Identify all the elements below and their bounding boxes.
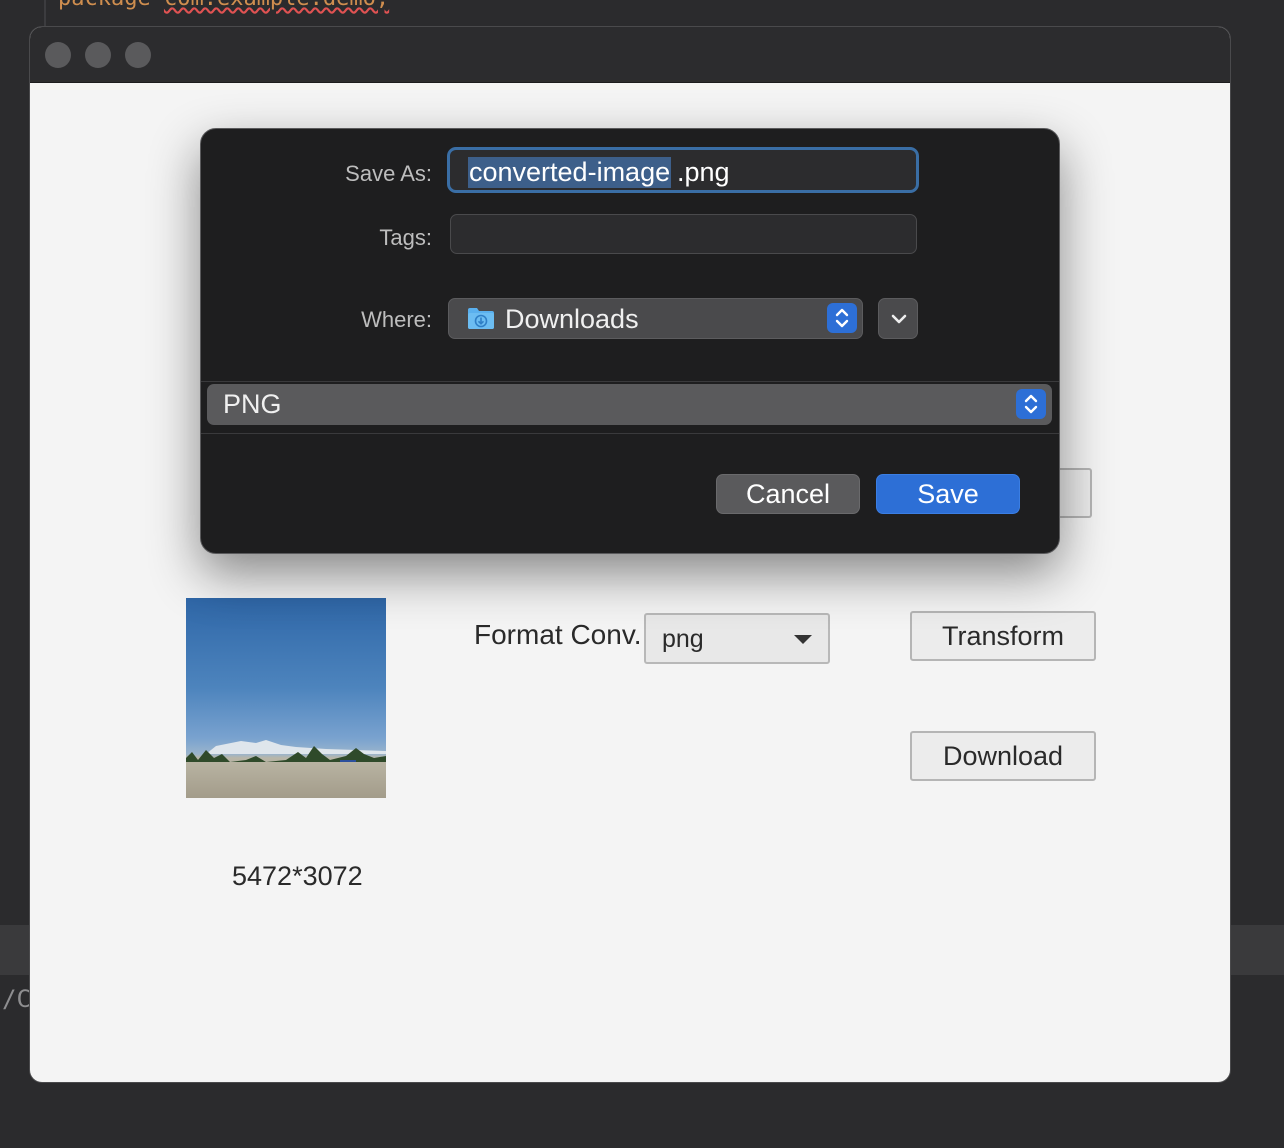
image-dimensions-label: 5472*3072 — [232, 861, 363, 891]
chevron-down-icon — [891, 314, 907, 324]
format-conversion-label: Format Conv. — [474, 619, 642, 650]
save-dialog: Save As: converted-image .png Tags: Wher… — [200, 128, 1060, 554]
window-titlebar — [30, 27, 1230, 83]
tags-label: Tags: — [379, 225, 432, 250]
tags-field[interactable] — [450, 214, 917, 254]
file-type-popup[interactable]: PNG — [207, 384, 1052, 425]
filename-selected-text: converted-image — [468, 157, 672, 188]
up-down-stepper-icon — [827, 303, 857, 333]
file-type-value: PNG — [223, 389, 282, 419]
minimize-window-button[interactable] — [85, 42, 111, 68]
where-popup[interactable]: Downloads — [448, 298, 863, 339]
expand-dialog-button[interactable] — [878, 298, 918, 339]
divider-bottom — [201, 433, 1059, 434]
where-label: Where: — [361, 307, 432, 332]
ide-code-keyword: package — [58, 0, 151, 11]
up-down-stepper-icon — [1016, 389, 1046, 419]
cancel-button[interactable]: Cancel — [716, 474, 860, 514]
format-select[interactable]: png — [644, 613, 830, 664]
ide-code-package: com.example.demo; — [164, 0, 389, 11]
close-window-button[interactable] — [45, 42, 71, 68]
download-button[interactable]: Download — [910, 731, 1096, 781]
caret-down-icon — [794, 635, 812, 644]
divider-top — [201, 381, 1059, 382]
ide-code-line: package com.example.demo; — [58, 0, 389, 11]
image-preview — [186, 598, 386, 798]
filename-extension: .png — [677, 157, 730, 187]
ide-gutter — [44, 0, 46, 28]
format-select-value: png — [662, 625, 704, 653]
ide-path-fragment: /C — [2, 985, 31, 1013]
zoom-window-button[interactable] — [125, 42, 151, 68]
downloads-folder-icon — [468, 308, 494, 329]
save-as-label: Save As: — [345, 161, 432, 186]
save-button[interactable]: Save — [876, 474, 1020, 514]
filename-field[interactable]: converted-image .png — [447, 147, 919, 193]
transform-button[interactable]: Transform — [910, 611, 1096, 661]
where-value: Downloads — [505, 304, 639, 334]
wall-foreground — [186, 762, 386, 798]
